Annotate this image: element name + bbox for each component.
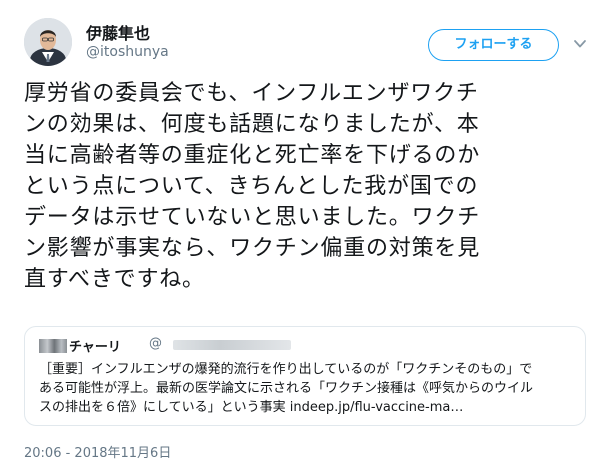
quoted-tweet-author-name: チャーリ <box>69 340 121 355</box>
quoted-tweet-text-line: スの排出を６倍》にしている」という事実 indeep.jp/flu-vaccin… <box>39 400 464 415</box>
tweet-text-line: という点について、きちんとした我が国での <box>24 174 479 199</box>
tweet-text-line: 厚労省の委員会でも、インフルエンザワクチ <box>24 81 479 106</box>
quoted-tweet-card[interactable]: チャーリ @ ［重要］インフルエンザの爆発的流行を作り出しているのが「ワクチンそ… <box>24 326 586 426</box>
quoted-tweet-avatar <box>39 339 67 353</box>
quoted-tweet-text: ［重要］インフルエンザの爆発的流行を作り出しているのが「ワクチンそのもの」で あ… <box>39 360 579 417</box>
tweet-text-line: 当に高齢者等の重症化と死亡率を下げるのか <box>24 143 481 168</box>
author-handle[interactable]: @itoshunya <box>86 44 169 60</box>
quoted-tweet-author-handle: @ <box>149 336 162 351</box>
quoted-tweet-text-line: ある可能性が浮上。最新の医学論文に示される「ワクチン接種は《呼気からのウイル <box>39 381 534 396</box>
follow-button[interactable]: フォローする <box>428 29 559 61</box>
chevron-down-icon[interactable] <box>573 38 587 50</box>
tweet-text-line: ンの効果は、何度も話題になりましたが、本 <box>24 112 480 137</box>
tweet-text-line: データは示せていないと思いました。ワクチ <box>24 205 481 230</box>
tweet-text: 厚労省の委員会でも、インフルエンザワクチ ンの効果は、何度も話題になりましたが、… <box>24 78 586 295</box>
quoted-tweet-text-line: ［重要］インフルエンザの爆発的流行を作り出しているのが「ワクチンそのもの」で <box>39 362 533 377</box>
tweet-text-line: ン影響が事実なら、ワクチン偏重の対策を見 <box>24 236 481 261</box>
tweet-text-line: 直すべきですね。 <box>24 267 205 292</box>
author-display-name[interactable]: 伊藤隼也 <box>86 20 150 44</box>
tweet-timestamp[interactable]: 20:06 - 2018年11月6日 <box>24 442 171 461</box>
quoted-tweet-handle-redacted <box>173 340 291 350</box>
author-avatar[interactable] <box>24 18 72 66</box>
avatar-photo <box>24 18 72 66</box>
